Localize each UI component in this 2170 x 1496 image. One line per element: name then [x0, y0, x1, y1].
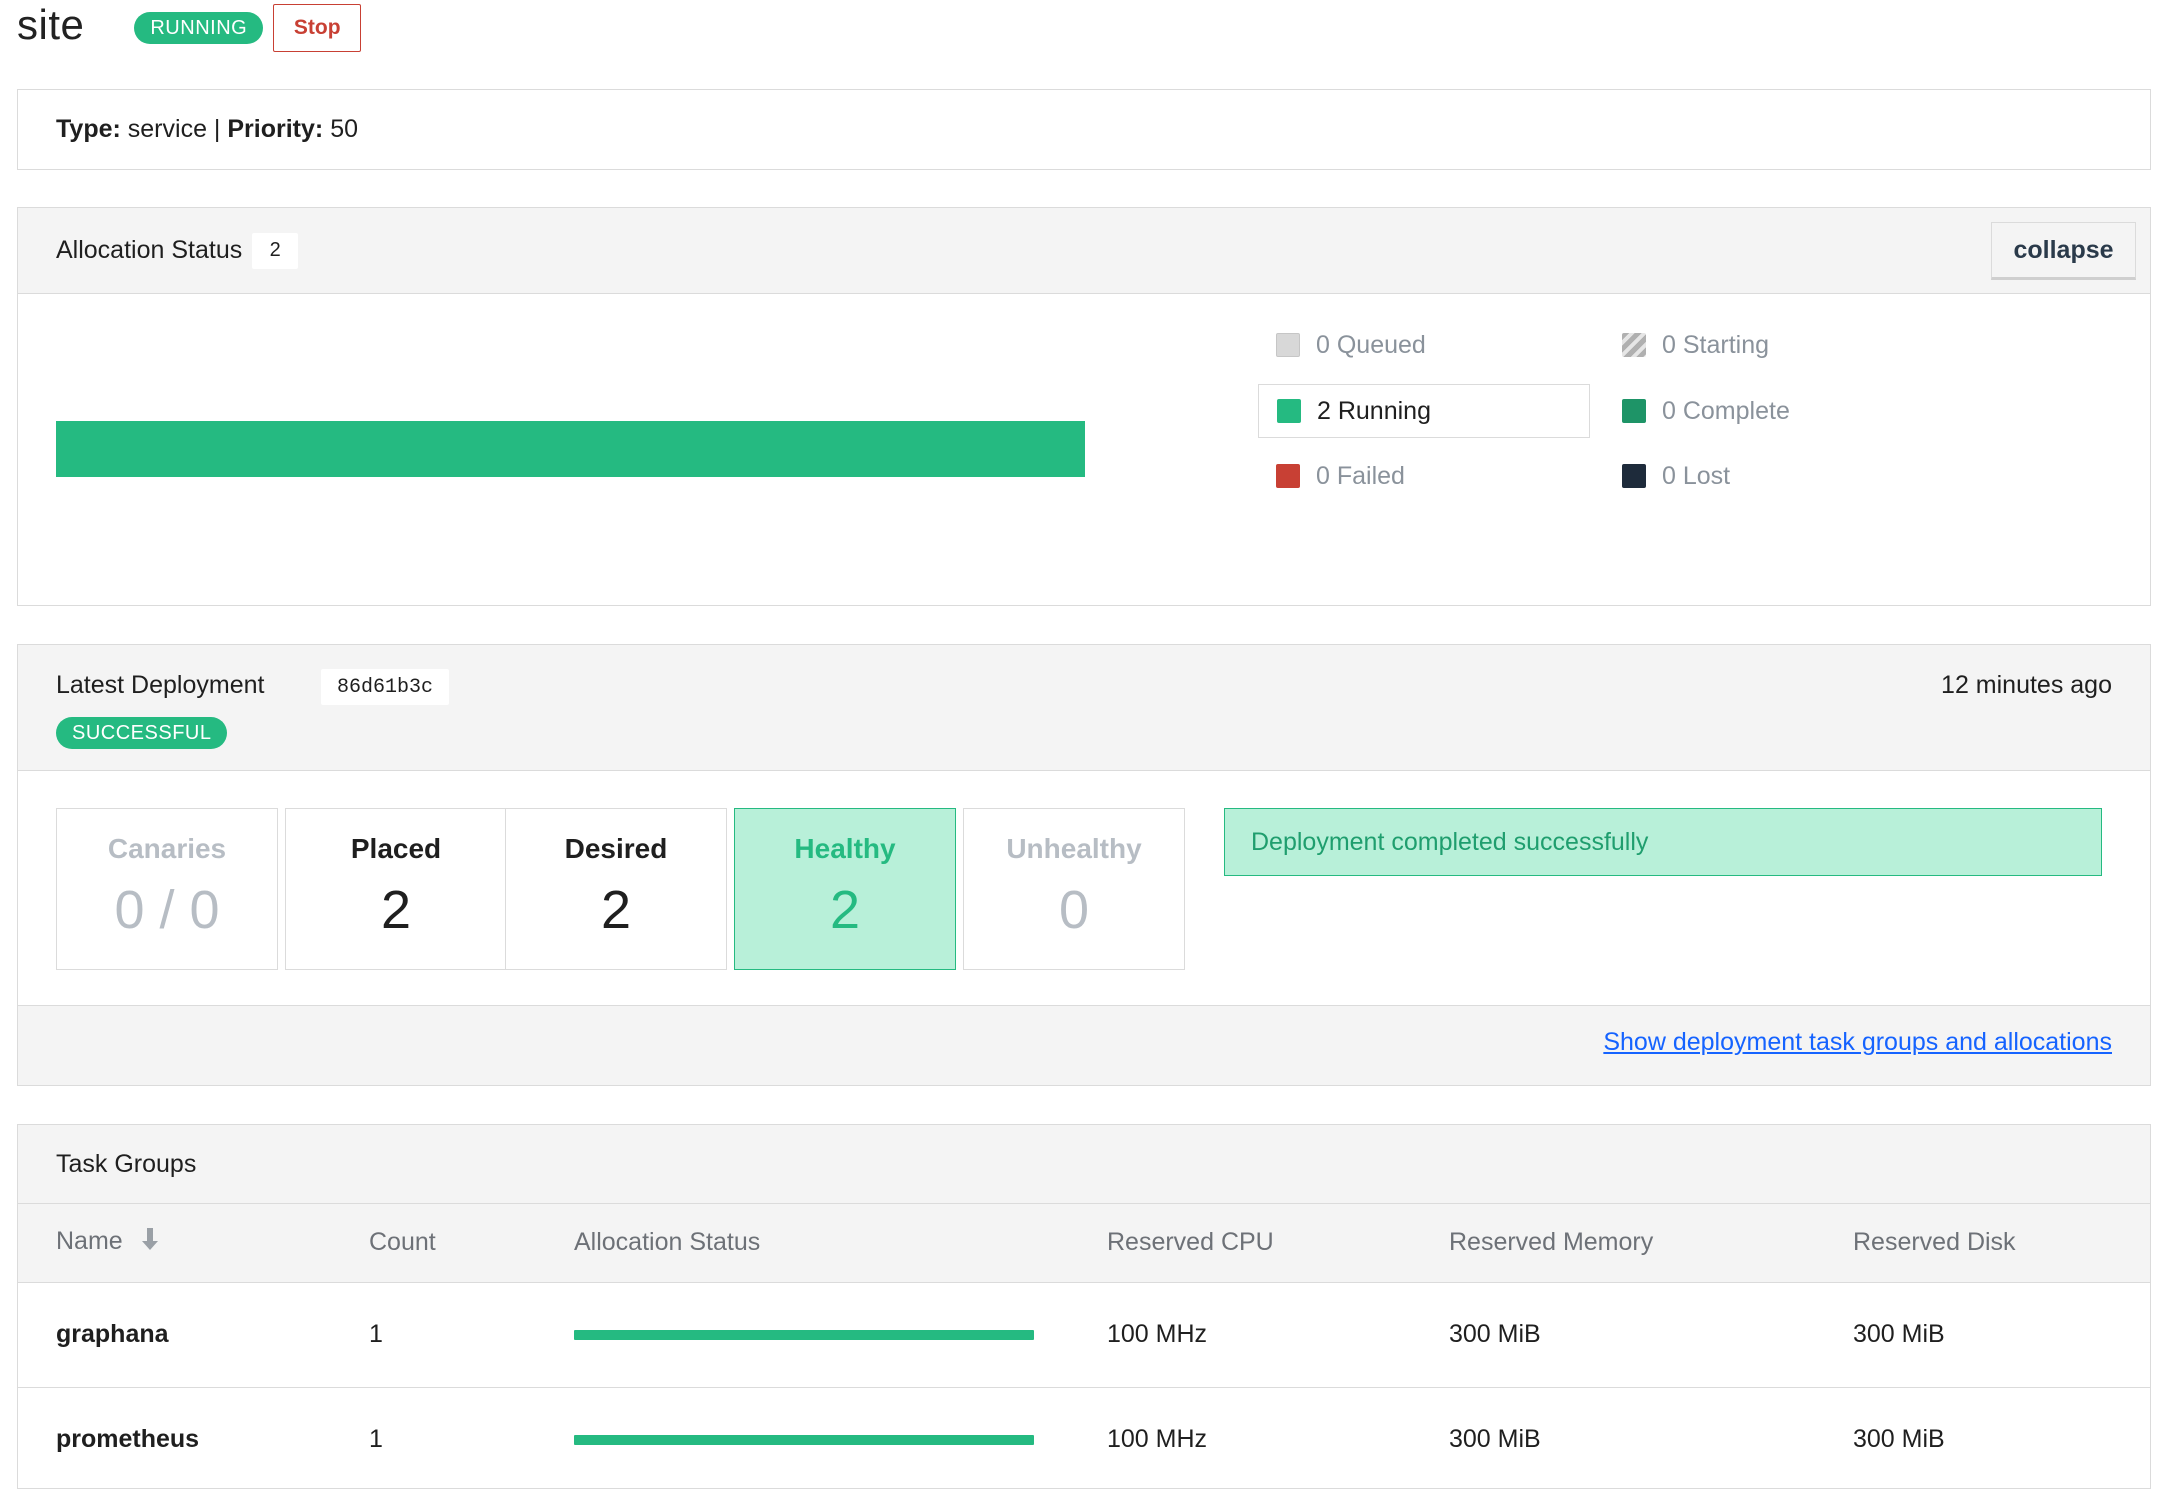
allocation-status-header: Allocation Status 2 collapse	[18, 208, 2150, 294]
page-header: site RUNNING Stop	[17, 0, 362, 55]
show-deployment-details-link[interactable]: Show deployment task groups and allocati…	[1603, 1028, 2112, 1057]
allocation-count-badge: 2	[252, 232, 299, 269]
meta-separator: |	[213, 115, 221, 143]
queued-swatch	[1276, 333, 1300, 357]
status-badge: RUNNING	[134, 11, 264, 44]
task-group-allocation-cell	[574, 1387, 1107, 1492]
stat-label: Unhealthy	[1006, 833, 1142, 864]
allocation-status-title: Allocation Status	[56, 236, 243, 264]
task-group-count: 1	[369, 1425, 383, 1454]
deployment-title: Latest Deployment	[56, 671, 265, 699]
legend-label: 0 Failed	[1316, 461, 1405, 490]
column-header-allocation-status[interactable]: Allocation Status	[574, 1204, 1107, 1283]
task-group-cpu: 100 MHz	[1107, 1425, 1208, 1454]
deployment-time: 12 minutes ago	[1941, 671, 2112, 699]
table-row[interactable]: graphana 1 100 MHz 300 MiB 300 MiB	[18, 1282, 2150, 1388]
legend-label: 0 Lost	[1662, 461, 1731, 490]
stat-healthy: Healthy 2	[734, 808, 956, 970]
legend-item-queued[interactable]: 0 Queued	[1258, 318, 1590, 372]
legend-item-lost[interactable]: 0 Lost	[1604, 449, 1936, 503]
legend-label: 2 Running	[1317, 396, 1431, 425]
legend-label: 0 Queued	[1316, 330, 1426, 359]
task-group-memory: 300 MiB	[1449, 1282, 1853, 1388]
task-group-disk: 300 MiB	[1853, 1282, 2150, 1388]
stat-placed: Placed 2	[285, 808, 507, 970]
stat-value: 2	[829, 880, 861, 940]
legend-item-starting[interactable]: 0 Starting	[1604, 318, 1936, 372]
stat-unhealthy: Unhealthy 0	[963, 808, 1185, 970]
task-groups-panel: Task Groups Name Count Allocation Status…	[17, 1124, 2151, 1489]
job-meta: Type: service | Priority: 50	[17, 89, 2151, 170]
task-groups-title: Task Groups	[56, 1149, 197, 1178]
deployment-status-badge: SUCCESSFUL	[56, 717, 228, 749]
stat-value: 0	[1058, 880, 1090, 940]
task-groups-table: Name Count Allocation Status Reserved CP…	[18, 1204, 2150, 1492]
task-group-name[interactable]: prometheus	[18, 1387, 369, 1492]
task-group-memory: 300 MiB	[1449, 1425, 1541, 1454]
stat-canaries: Canaries 0 / 0	[56, 808, 278, 970]
failed-swatch	[1276, 464, 1300, 488]
stop-button[interactable]: Stop	[273, 3, 362, 52]
deployment-message: Deployment completed successfully	[1224, 808, 2102, 876]
latest-deployment-panel: Latest Deployment 86d61b3c 12 minutes ag…	[17, 644, 2151, 1086]
deployment-header: Latest Deployment 86d61b3c 12 minutes ag…	[18, 645, 2150, 771]
deployment-footer: Show deployment task groups and allocati…	[18, 1005, 2150, 1085]
lost-swatch	[1622, 464, 1646, 488]
legend-item-failed[interactable]: 0 Failed	[1258, 449, 1590, 503]
stat-value: 2	[600, 880, 632, 940]
type-label: Type:	[56, 115, 121, 143]
page-title: site	[17, 0, 85, 48]
complete-swatch	[1622, 399, 1646, 423]
stat-label: Healthy	[794, 833, 896, 864]
task-group-name[interactable]: graphana	[18, 1282, 369, 1388]
column-label: Name	[56, 1227, 123, 1256]
stat-value: 0 / 0	[114, 880, 220, 940]
allocation-status-bar[interactable]	[56, 421, 1085, 477]
allocation-status-panel: Allocation Status 2 collapse 0 Queued 0 …	[17, 207, 2151, 606]
stat-label: Canaries	[107, 833, 227, 864]
task-group-allocation-cell	[574, 1282, 1107, 1388]
table-row[interactable]: prometheus 1 100 MHz 300 MiB 300 MiB	[18, 1387, 2150, 1492]
stat-value: 2	[380, 880, 412, 940]
legend-item-running[interactable]: 2 Running	[1258, 384, 1590, 438]
sort-descending-icon[interactable]	[140, 1226, 160, 1259]
type-value: service	[127, 115, 207, 143]
priority-label: Priority:	[227, 115, 324, 143]
table-header-row: Name Count Allocation Status Reserved CP…	[18, 1204, 2150, 1283]
task-groups-header: Task Groups	[18, 1125, 2150, 1204]
stat-label: Desired	[564, 833, 668, 864]
legend-label: 0 Starting	[1662, 330, 1770, 359]
allocation-mini-bar[interactable]	[574, 1329, 1034, 1340]
column-header-reserved-disk[interactable]: Reserved Disk	[1853, 1204, 2150, 1283]
allocation-mini-bar[interactable]	[574, 1434, 1034, 1445]
column-header-reserved-memory[interactable]: Reserved Memory	[1449, 1204, 1853, 1283]
stat-label: Placed	[350, 833, 442, 864]
column-header-reserved-cpu[interactable]: Reserved CPU	[1107, 1204, 1449, 1283]
starting-swatch	[1622, 333, 1646, 357]
running-swatch	[1277, 399, 1301, 423]
column-header-count[interactable]: Count	[369, 1204, 574, 1283]
task-group-disk: 300 MiB	[1853, 1425, 1945, 1454]
legend-item-complete[interactable]: 0 Complete	[1604, 384, 1936, 438]
collapse-button[interactable]: collapse	[1991, 222, 2136, 280]
deployment-id: 86d61b3c	[321, 669, 450, 705]
priority-value: 50	[330, 115, 358, 143]
task-group-count: 1	[369, 1282, 574, 1388]
legend-label: 0 Complete	[1662, 396, 1790, 425]
stat-desired: Desired 2	[505, 808, 727, 970]
task-group-cpu: 100 MHz	[1107, 1282, 1449, 1388]
column-header-name[interactable]: Name	[18, 1204, 369, 1283]
